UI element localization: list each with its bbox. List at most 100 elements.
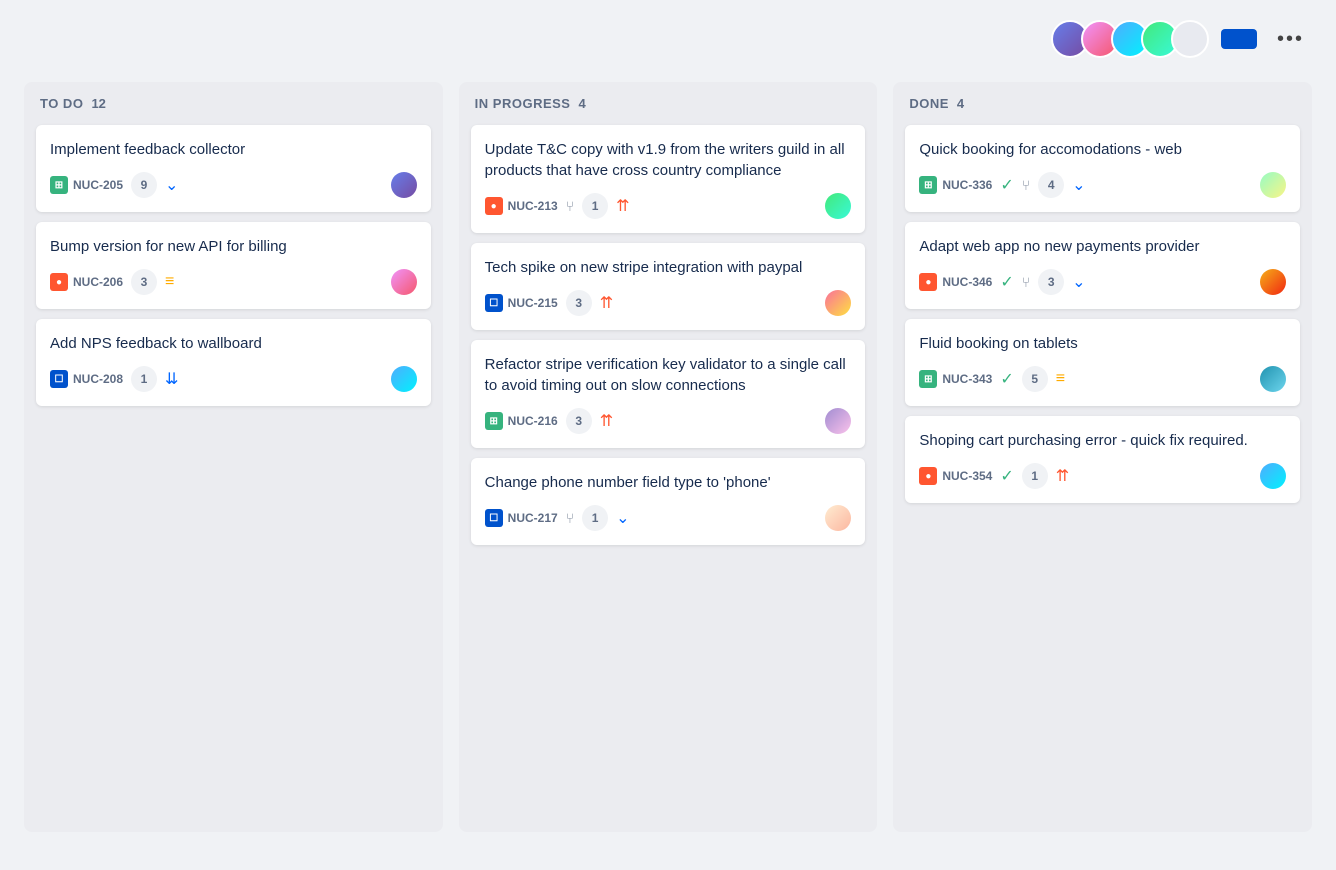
check-icon: ✓ bbox=[1000, 466, 1013, 486]
card-nuc-343[interactable]: Fluid booking on tablets ⊞ NUC-343 ✓ 5 ≡ bbox=[905, 319, 1300, 406]
card-title: Adapt web app no new payments provider bbox=[919, 236, 1286, 257]
issue-badge: ☐ NUC-215 bbox=[485, 294, 558, 312]
priority-icon: ⌄ bbox=[1072, 272, 1085, 292]
stat-count: 3 bbox=[131, 269, 157, 295]
assignee-avatar[interactable] bbox=[1260, 463, 1286, 489]
priority-icon: ≡ bbox=[1056, 370, 1065, 388]
board: TO DO 12 Implement feedback collector ⊞ … bbox=[24, 82, 1312, 832]
column-todo: TO DO 12 Implement feedback collector ⊞ … bbox=[24, 82, 443, 832]
column-count: 4 bbox=[957, 96, 964, 111]
issue-badge: ☐ NUC-208 bbox=[50, 370, 123, 388]
column-count: 4 bbox=[578, 96, 585, 111]
assignee-avatar[interactable] bbox=[825, 408, 851, 434]
issue-type-icon: ☐ bbox=[50, 370, 68, 388]
card-title: Shoping cart purchasing error - quick fi… bbox=[919, 430, 1286, 451]
issue-badge: ⊞ NUC-343 bbox=[919, 370, 992, 388]
card-title: Implement feedback collector bbox=[50, 139, 417, 160]
issue-key: NUC-343 bbox=[942, 372, 992, 386]
card-nuc-217[interactable]: Change phone number field type to 'phone… bbox=[471, 458, 866, 545]
stat-count: 3 bbox=[566, 290, 592, 316]
column-count: 12 bbox=[91, 96, 105, 111]
card-title: Tech spike on new stripe integration wit… bbox=[485, 257, 852, 278]
more-options-button[interactable]: ••• bbox=[1269, 22, 1312, 57]
issue-type-icon: ☐ bbox=[485, 294, 503, 312]
card-title: Quick booking for accomodations - web bbox=[919, 139, 1286, 160]
card-footer: ● NUC-206 3 ≡ bbox=[50, 269, 417, 295]
app-container: ••• TO DO 12 Implement feedback collecto… bbox=[0, 0, 1336, 870]
column-header: TO DO 12 bbox=[36, 96, 431, 111]
issue-key: NUC-217 bbox=[508, 511, 558, 525]
issue-badge: ● NUC-354 bbox=[919, 467, 992, 485]
issue-badge: ⊞ NUC-205 bbox=[50, 176, 123, 194]
header-right: ••• bbox=[1051, 20, 1312, 58]
issue-badge: ● NUC-213 bbox=[485, 197, 558, 215]
assignee-avatar[interactable] bbox=[825, 290, 851, 316]
issue-key: NUC-206 bbox=[73, 275, 123, 289]
card-nuc-354[interactable]: Shoping cart purchasing error - quick fi… bbox=[905, 416, 1300, 503]
card-footer: ● NUC-354 ✓ 1 ⇈ bbox=[919, 463, 1286, 489]
card-nuc-208[interactable]: Add NPS feedback to wallboard ☐ NUC-208 … bbox=[36, 319, 431, 406]
issue-type-icon: ● bbox=[50, 273, 68, 291]
card-nuc-215[interactable]: Tech spike on new stripe integration wit… bbox=[471, 243, 866, 330]
column-title: TO DO bbox=[40, 96, 83, 111]
column-title: IN PROGRESS bbox=[475, 96, 571, 111]
card-footer: ⊞ NUC-336 ✓ ⑂ 4 ⌄ bbox=[919, 172, 1286, 198]
card-footer: ⊞ NUC-216 3 ⇈ bbox=[485, 408, 852, 434]
avatar-more[interactable] bbox=[1171, 20, 1209, 58]
issue-type-icon: ⊞ bbox=[919, 370, 937, 388]
card-title: Fluid booking on tablets bbox=[919, 333, 1286, 354]
issue-key: NUC-208 bbox=[73, 372, 123, 386]
assignee-avatar[interactable] bbox=[1260, 366, 1286, 392]
stat-count: 1 bbox=[131, 366, 157, 392]
priority-icon: ≡ bbox=[165, 273, 174, 291]
card-footer: ☐ NUC-215 3 ⇈ bbox=[485, 290, 852, 316]
priority-icon: ⇈ bbox=[616, 196, 629, 216]
check-icon: ✓ bbox=[1000, 369, 1013, 389]
priority-icon: ⇊ bbox=[165, 369, 178, 389]
column-title: DONE bbox=[909, 96, 949, 111]
assignee-avatar[interactable] bbox=[391, 172, 417, 198]
branch-icon: ⑂ bbox=[1022, 177, 1030, 193]
card-title: Bump version for new API for billing bbox=[50, 236, 417, 257]
card-nuc-205[interactable]: Implement feedback collector ⊞ NUC-205 9… bbox=[36, 125, 431, 212]
assignee-avatar[interactable] bbox=[1260, 172, 1286, 198]
issue-type-icon: ⊞ bbox=[919, 176, 937, 194]
card-nuc-213[interactable]: Update T&C copy with v1.9 from the write… bbox=[471, 125, 866, 233]
assignee-avatar[interactable] bbox=[1260, 269, 1286, 295]
issue-badge: ● NUC-346 bbox=[919, 273, 992, 291]
stat-count: 1 bbox=[582, 193, 608, 219]
issue-type-icon: ⊞ bbox=[50, 176, 68, 194]
issue-key: NUC-354 bbox=[942, 469, 992, 483]
check-icon: ✓ bbox=[1000, 175, 1013, 195]
assignee-avatar[interactable] bbox=[825, 193, 851, 219]
card-nuc-216[interactable]: Refactor stripe verification key validat… bbox=[471, 340, 866, 448]
assignee-avatar[interactable] bbox=[391, 366, 417, 392]
stat-count: 3 bbox=[1038, 269, 1064, 295]
issue-type-icon: ☐ bbox=[485, 509, 503, 527]
issue-type-icon: ● bbox=[919, 273, 937, 291]
issue-type-icon: ● bbox=[919, 467, 937, 485]
card-nuc-206[interactable]: Bump version for new API for billing ● N… bbox=[36, 222, 431, 309]
issue-type-icon: ● bbox=[485, 197, 503, 215]
issue-badge: ● NUC-206 bbox=[50, 273, 123, 291]
stat-count: 4 bbox=[1038, 172, 1064, 198]
check-icon: ✓ bbox=[1000, 272, 1013, 292]
card-nuc-346[interactable]: Adapt web app no new payments provider ●… bbox=[905, 222, 1300, 309]
card-title: Refactor stripe verification key validat… bbox=[485, 354, 852, 396]
team-avatars bbox=[1051, 20, 1209, 58]
issue-key: NUC-213 bbox=[508, 199, 558, 213]
column-header: IN PROGRESS 4 bbox=[471, 96, 866, 111]
card-title: Change phone number field type to 'phone… bbox=[485, 472, 852, 493]
card-nuc-336[interactable]: Quick booking for accomodations - web ⊞ … bbox=[905, 125, 1300, 212]
branch-icon: ⑂ bbox=[566, 510, 574, 526]
header: ••• bbox=[24, 20, 1312, 58]
card-footer: ☐ NUC-217 ⑂ 1 ⌄ bbox=[485, 505, 852, 531]
assignee-avatar[interactable] bbox=[825, 505, 851, 531]
assignee-avatar[interactable] bbox=[391, 269, 417, 295]
column-header: DONE 4 bbox=[905, 96, 1300, 111]
priority-icon: ⌄ bbox=[1072, 175, 1085, 195]
column-done: DONE 4 Quick booking for accomodations -… bbox=[893, 82, 1312, 832]
complete-sprint-button[interactable] bbox=[1221, 29, 1257, 49]
issue-key: NUC-205 bbox=[73, 178, 123, 192]
issue-key: NUC-336 bbox=[942, 178, 992, 192]
